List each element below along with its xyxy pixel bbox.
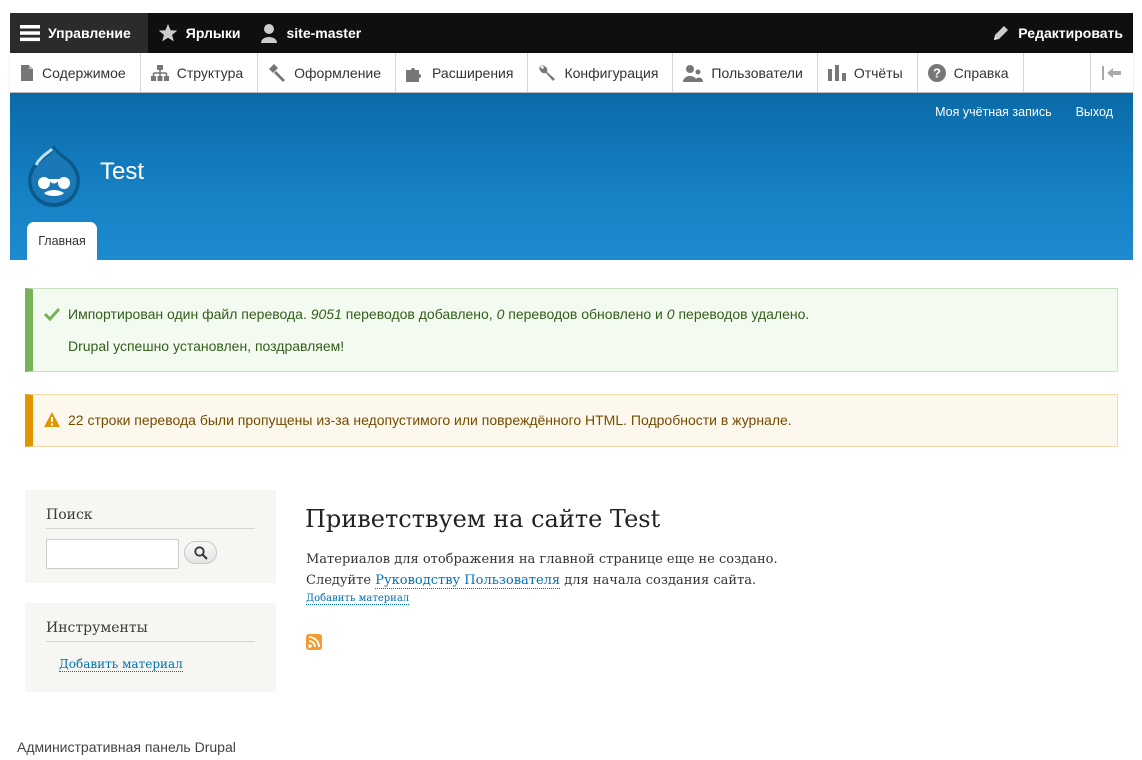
edit-tab[interactable]: Редактировать (982, 13, 1133, 53)
admin-toolbar: Управление Ярлыки site-master Редактиров… (10, 13, 1133, 53)
tray-label-help: Справка (953, 64, 1009, 81)
user-guide-link[interactable]: Руководству Пользователя (375, 573, 561, 589)
search-icon (193, 545, 208, 560)
main-text-guide: Следуйте Руководству Пользователя для на… (306, 573, 757, 589)
hamburger-icon (20, 25, 40, 42)
pencil-icon (994, 26, 1009, 40)
drupal-logo-icon[interactable] (24, 143, 84, 214)
status-count-deleted: 0 (666, 306, 675, 322)
guide-text-b: для начала создания сайта. (560, 573, 757, 588)
warning-message: 22 строки перевода были пропущены из-за … (25, 394, 1118, 447)
status-line-installed: Drupal успешно установлен, поздравляем! (68, 338, 345, 354)
tray-label-reports: Отчёты (853, 64, 903, 81)
tray-label-extend: Расширения (432, 64, 514, 81)
people-icon (683, 64, 704, 82)
tray-label-config: Конфигурация (564, 64, 659, 81)
status-text-c: переводов обновлено и (504, 306, 667, 322)
tray-item-config[interactable]: Конфигурация (528, 53, 674, 92)
sitemap-icon (150, 64, 169, 81)
user-label: site-master (286, 25, 362, 41)
warning-icon (44, 412, 60, 427)
checkmark-icon (44, 307, 60, 321)
warning-text: 22 строки перевода были пропущены из-за … (68, 412, 792, 428)
tray-item-extend[interactable]: Расширения (396, 53, 529, 92)
tray-label-appearance: Оформление (294, 64, 382, 81)
tools-add-content-link[interactable]: Добавить материал (59, 657, 183, 672)
footer-admin-label: Административная панель Drupal (17, 739, 236, 755)
shortcuts-tab[interactable]: Ярлыки (148, 13, 251, 53)
svg-text:?: ? (933, 65, 941, 80)
file-icon (21, 64, 33, 81)
bar-chart-icon (827, 64, 846, 81)
tools-block: Инструменты Добавить материал (25, 603, 276, 692)
page-title: Приветствуем на сайте Test (305, 505, 661, 533)
wrench-icon (539, 64, 556, 81)
tray-item-appearance[interactable]: Оформление (258, 53, 397, 92)
manage-label: Управление (48, 25, 131, 41)
brush-icon (269, 63, 286, 82)
status-message: Импортирован один файл перевода. 9051 пе… (25, 288, 1118, 372)
logout-link[interactable]: Выход (1076, 105, 1113, 119)
edit-label: Редактировать (1018, 25, 1123, 41)
manage-tab[interactable]: Управление (10, 13, 148, 53)
admin-tray: Содержимое Структура Оформление Расширен… (10, 53, 1133, 93)
main-text-empty: Материалов для отображения на главной ст… (306, 552, 778, 567)
site-name[interactable]: Test (100, 158, 144, 186)
add-content-link[interactable]: Добавить материал (306, 593, 410, 605)
tab-home[interactable]: Главная (27, 222, 97, 260)
puzzle-icon (406, 67, 422, 82)
tray-label-people: Пользователи (711, 64, 803, 81)
collapse-icon (1102, 65, 1121, 80)
shortcuts-label: Ярлыки (185, 25, 241, 41)
search-input[interactable] (46, 539, 179, 569)
my-account-link[interactable]: Моя учётная запись (935, 105, 1051, 119)
tray-spacer (1024, 53, 1091, 92)
help-icon: ? (927, 63, 946, 82)
tray-label-structure: Структура (176, 64, 244, 81)
tray-item-reports[interactable]: Отчёты (818, 53, 918, 92)
status-text-b: переводов добавлено, (341, 306, 497, 322)
tray-orientation-toggle[interactable] (1091, 53, 1133, 92)
status-count-added: 9051 (310, 306, 342, 322)
search-block-title: Поиск (46, 507, 255, 529)
guide-text-a: Следуйте (306, 573, 376, 588)
search-button[interactable] (184, 541, 217, 564)
star-icon (158, 24, 178, 42)
tray-item-people[interactable]: Пользователи (673, 53, 818, 92)
status-text-a: Импортирован один файл перевода. (68, 306, 311, 322)
secondary-menu: Моя учётная запись Выход (935, 105, 1113, 119)
status-line-import: Импортирован один файл перевода. 9051 пе… (68, 306, 809, 322)
tools-block-title: Инструменты (46, 620, 255, 642)
status-text-d: переводов удалено. (674, 306, 810, 322)
rss-feed-icon[interactable] (306, 634, 322, 650)
site-header: Моя учётная запись Выход Test Главная (10, 93, 1133, 260)
tray-item-content[interactable]: Содержимое (10, 53, 141, 92)
search-block: Поиск (25, 490, 276, 583)
tray-label-content: Содержимое (42, 64, 126, 81)
tray-item-help[interactable]: ? Справка (918, 53, 1024, 92)
tray-item-structure[interactable]: Структура (141, 53, 259, 92)
user-icon (261, 24, 278, 43)
user-tab[interactable]: site-master (250, 13, 371, 53)
